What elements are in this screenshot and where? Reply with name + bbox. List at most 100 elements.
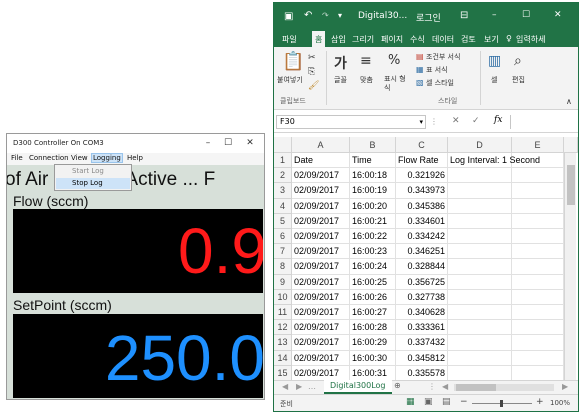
cell-style-icon[interactable]: ▧ xyxy=(416,78,424,87)
start-log-menu-item[interactable]: Start Log xyxy=(56,166,130,177)
row-header[interactable]: 2 xyxy=(274,168,292,184)
scrollbar-thumb[interactable] xyxy=(567,165,575,205)
table-cell[interactable]: 16:00:21 xyxy=(350,213,396,229)
menu-view[interactable]: View xyxy=(71,154,88,162)
close-icon[interactable]: ✕ xyxy=(243,136,257,150)
minimize-icon[interactable]: – xyxy=(492,10,497,20)
table-format-button[interactable]: 표 서식 xyxy=(426,65,448,75)
table-cell[interactable] xyxy=(448,183,512,199)
maximize-icon[interactable]: ☐ xyxy=(522,10,530,20)
row-header[interactable]: 14 xyxy=(274,350,292,366)
row-header[interactable]: 11 xyxy=(274,305,292,321)
row-header[interactable]: 12 xyxy=(274,320,292,336)
table-cell[interactable]: 0.321926 xyxy=(396,168,448,184)
zoom-in-icon[interactable]: + xyxy=(536,397,544,407)
edit-button[interactable]: 편집 xyxy=(512,75,525,85)
table-cell[interactable]: 02/09/2017 xyxy=(292,305,350,321)
number-format-button[interactable]: 표시 형식 xyxy=(384,75,410,93)
zoom-slider-thumb[interactable] xyxy=(500,400,503,407)
table-cell[interactable]: 16:00:24 xyxy=(350,259,396,275)
table-cell[interactable]: 0.334242 xyxy=(396,229,448,245)
row-header[interactable]: 13 xyxy=(274,335,292,351)
table-cell[interactable]: Flow Rate xyxy=(396,153,448,169)
menu-connection[interactable]: Connection xyxy=(29,154,69,162)
table-cell[interactable]: 0.327738 xyxy=(396,289,448,305)
hscroll-right-icon[interactable]: ▶ xyxy=(562,382,568,391)
table-cell[interactable]: 02/09/2017 xyxy=(292,198,350,214)
cut-icon[interactable]: ✂ xyxy=(308,53,316,63)
table-cell[interactable]: 02/09/2017 xyxy=(292,183,350,199)
copy-icon[interactable]: ⎘ xyxy=(308,67,315,77)
table-cell[interactable]: 0.340628 xyxy=(396,305,448,321)
table-cell[interactable]: 0.345812 xyxy=(396,350,448,366)
paste-icon[interactable]: 📋 xyxy=(282,51,304,72)
font-icon[interactable]: 가 xyxy=(334,53,347,73)
table-cell[interactable]: 0.346251 xyxy=(396,244,448,260)
table-format-icon[interactable]: ▦ xyxy=(416,65,424,74)
row-header[interactable]: 6 xyxy=(274,229,292,245)
table-cell[interactable]: 02/09/2017 xyxy=(292,244,350,260)
zoom-slider[interactable] xyxy=(472,400,532,407)
d300-title-bar[interactable]: D300 Controller On COM3 – ☐ ✕ xyxy=(7,134,264,153)
close-icon[interactable]: ✕ xyxy=(554,10,562,20)
tab-home[interactable]: 홈 xyxy=(312,31,326,47)
excel-title-bar[interactable]: ▣ ↶ ↷ ▾ Digital30... 로그인 ⊟ – ☐ ✕ xyxy=(274,3,578,31)
row-header[interactable]: 5 xyxy=(274,213,292,229)
horizontal-scrollbar[interactable] xyxy=(454,384,554,391)
tab-page-layout[interactable]: 페이지 xyxy=(381,34,403,45)
table-cell[interactable]: 16:00:31 xyxy=(350,365,396,381)
select-all-corner[interactable] xyxy=(274,137,292,153)
table-cell[interactable] xyxy=(448,365,512,381)
insert-function-icon[interactable]: fx xyxy=(494,115,502,125)
table-cell[interactable] xyxy=(448,244,512,260)
collapse-ribbon-icon[interactable]: ∧ xyxy=(566,97,572,106)
table-cell[interactable]: 0.328844 xyxy=(396,259,448,275)
table-cell[interactable]: 02/09/2017 xyxy=(292,320,350,336)
formula-input[interactable] xyxy=(510,115,576,129)
ribbon-display-icon[interactable]: ⊟ xyxy=(460,10,468,21)
cells-icon[interactable]: ▥ xyxy=(488,53,501,69)
stop-log-menu-item[interactable]: Stop Log xyxy=(56,178,130,189)
format-painter-icon[interactable]: 🖌 xyxy=(308,81,319,91)
table-cell[interactable]: 16:00:22 xyxy=(350,229,396,245)
table-cell[interactable]: 02/09/2017 xyxy=(292,259,350,275)
normal-view-icon[interactable]: ▦ xyxy=(406,397,415,407)
table-cell[interactable]: 02/09/2017 xyxy=(292,350,350,366)
table-cell[interactable]: 16:00:23 xyxy=(350,244,396,260)
table-cell[interactable]: 0.343973 xyxy=(396,183,448,199)
more-icon[interactable]: ⋮ xyxy=(428,382,436,391)
row-header[interactable]: 7 xyxy=(274,244,292,260)
column-header[interactable] xyxy=(564,137,578,153)
table-cell[interactable] xyxy=(448,259,512,275)
cell-style-button[interactable]: 셀 스타일 xyxy=(426,78,454,88)
vertical-scrollbar[interactable] xyxy=(564,153,576,381)
menu-file[interactable]: File xyxy=(11,154,23,162)
table-cell[interactable] xyxy=(512,335,564,351)
confirm-icon[interactable]: ✓ xyxy=(472,116,480,126)
column-header[interactable]: A xyxy=(292,137,350,153)
quick-access-dropdown-icon[interactable]: ▾ xyxy=(338,11,342,20)
table-cell[interactable] xyxy=(448,335,512,351)
table-cell[interactable]: Log Interval: 1 Second xyxy=(448,153,540,169)
table-cell[interactable] xyxy=(512,365,564,381)
table-cell[interactable] xyxy=(512,289,564,305)
table-cell[interactable] xyxy=(512,198,564,214)
cells-button[interactable]: 셀 xyxy=(491,75,497,85)
sheet-tab-digital300log[interactable]: Digital300Log xyxy=(324,380,392,394)
table-cell[interactable]: 02/09/2017 xyxy=(292,289,350,305)
table-cell[interactable]: 16:00:30 xyxy=(350,350,396,366)
conditional-format-button[interactable]: 조건부 서식 xyxy=(426,52,460,62)
tab-review[interactable]: 검토 xyxy=(461,34,476,45)
table-cell[interactable] xyxy=(512,183,564,199)
row-header[interactable]: 15 xyxy=(274,365,292,381)
percent-icon[interactable]: % xyxy=(388,53,400,68)
cancel-icon[interactable]: ✕ xyxy=(452,116,460,126)
zoom-out-icon[interactable]: − xyxy=(460,397,468,407)
tab-insert[interactable]: 삽입 xyxy=(331,34,346,45)
table-cell[interactable]: 0.345386 xyxy=(396,198,448,214)
zoom-level[interactable]: 100% xyxy=(550,399,570,407)
column-header[interactable]: E xyxy=(512,137,564,153)
tab-formulas[interactable]: 수식 xyxy=(410,34,425,45)
conditional-format-icon[interactable]: ▤ xyxy=(416,52,424,61)
table-cell[interactable] xyxy=(512,274,564,290)
